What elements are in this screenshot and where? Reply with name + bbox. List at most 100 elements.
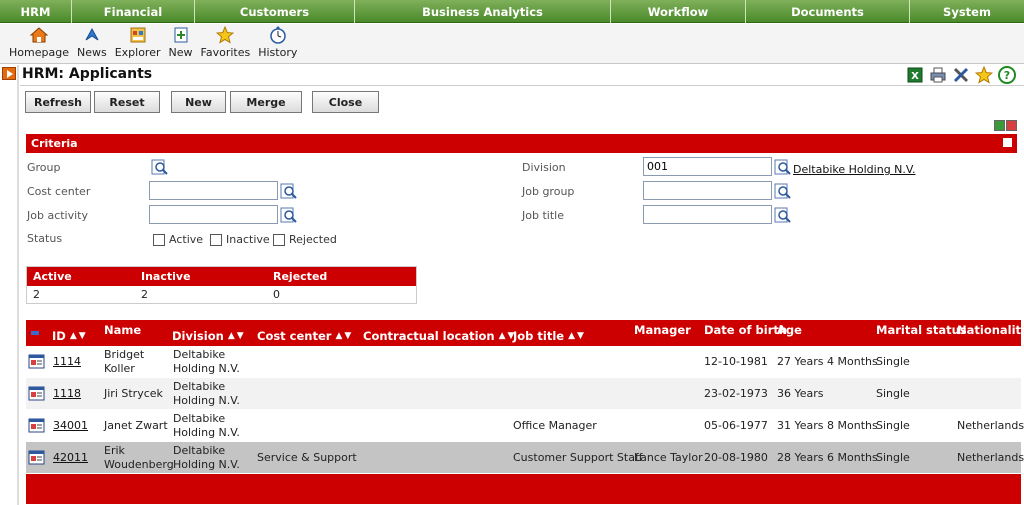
- row-date-of-birth: 23-02-1973: [704, 387, 768, 400]
- name-line-1: Bridget: [104, 348, 145, 361]
- col-name-header[interactable]: Name: [104, 317, 141, 343]
- job-title-input[interactable]: [643, 205, 772, 224]
- sort-arrows-icon[interactable]: ▲▼: [70, 331, 88, 341]
- row-id-link[interactable]: 34001: [53, 419, 88, 433]
- job-activity-lookup-icon[interactable]: [280, 207, 297, 224]
- row-manager: Lance Taylor: [634, 451, 703, 464]
- open-record-icon[interactable]: [28, 417, 45, 434]
- menu-business-analytics[interactable]: Business Analytics: [355, 0, 611, 23]
- division-lookup-icon[interactable]: [774, 159, 791, 176]
- row-nationality: Netherlands: [957, 451, 1024, 464]
- sort-arrows-icon[interactable]: ▲▼: [335, 331, 353, 341]
- table-row[interactable]: 34001 Janet Zwart Deltabike Holding N.V. …: [26, 410, 1024, 442]
- col-marital-status-header[interactable]: Marital status: [876, 317, 967, 343]
- favorites-button[interactable]: Favorites: [198, 24, 254, 63]
- division-label: Division: [522, 161, 566, 174]
- cost-center-lookup-icon[interactable]: [280, 183, 297, 200]
- summary-value-row: 2 2 0: [27, 286, 416, 304]
- home-icon: [29, 27, 48, 43]
- col-date-of-birth-header[interactable]: Date of birth: [704, 317, 787, 343]
- job-activity-input[interactable]: [149, 205, 278, 224]
- summary-header-active: Active: [33, 270, 72, 283]
- grid-footer: [26, 474, 1021, 504]
- menu-financial[interactable]: Financial: [72, 0, 195, 23]
- row-division: Deltabike Holding N.V.: [173, 348, 240, 376]
- status-inactive-label: Inactive: [226, 233, 270, 246]
- row-age: 31 Years 8 Months: [777, 419, 878, 432]
- col-contractual-location-label: Contractual location: [363, 329, 495, 343]
- row-date-of-birth: 20-08-1980: [704, 451, 768, 464]
- row-marital-status: Single: [876, 355, 910, 368]
- col-nationality-header[interactable]: Nationality: [957, 317, 1024, 343]
- division-name-link[interactable]: Deltabike Holding N.V.: [793, 163, 916, 176]
- col-division-label: Division: [172, 329, 224, 343]
- refresh-button[interactable]: Refresh: [25, 91, 91, 113]
- status-active-checkbox[interactable]: Active: [153, 233, 203, 246]
- news-button[interactable]: News: [74, 24, 110, 63]
- col-manager-header[interactable]: Manager: [634, 317, 691, 343]
- checkbox-box[interactable]: [273, 233, 285, 246]
- help-icon[interactable]: ?: [998, 66, 1016, 84]
- close-button[interactable]: Close: [312, 91, 379, 113]
- status-rejected-label: Rejected: [289, 233, 337, 246]
- open-record-icon[interactable]: [28, 449, 45, 466]
- select-all-icon[interactable]: [30, 320, 40, 346]
- division-line-2: Holding N.V.: [173, 426, 240, 439]
- summary-header-row: Active Inactive Rejected: [27, 267, 416, 286]
- status-inactive-checkbox[interactable]: Inactive: [210, 233, 270, 246]
- job-group-input[interactable]: [643, 181, 772, 200]
- checkbox-box[interactable]: [153, 233, 165, 246]
- criteria-collapse-icon[interactable]: [1003, 138, 1012, 147]
- row-id-link[interactable]: 1114: [53, 355, 81, 369]
- add-favorite-icon[interactable]: [974, 65, 994, 84]
- menu-hrm[interactable]: HRM: [0, 0, 72, 23]
- reset-button[interactable]: Reset: [94, 91, 160, 113]
- sort-arrows-icon[interactable]: ▲▼: [568, 331, 586, 341]
- criteria-header: Criteria: [26, 134, 1017, 153]
- menu-workflow[interactable]: Workflow: [611, 0, 746, 23]
- job-group-lookup-icon[interactable]: [774, 183, 791, 200]
- row-id-link[interactable]: 42011: [53, 451, 88, 465]
- new-toolbar-button[interactable]: New: [166, 24, 196, 63]
- menu-system[interactable]: System: [910, 0, 1024, 23]
- action-bar: Refresh Reset New Merge Close: [25, 91, 379, 113]
- row-division: Deltabike Holding N.V.: [173, 444, 240, 472]
- group-lookup-icon[interactable]: [151, 159, 168, 176]
- sort-arrows-icon[interactable]: ▲▼: [228, 331, 246, 341]
- col-job-title-label: Job title: [513, 329, 565, 343]
- history-button[interactable]: History: [255, 24, 300, 63]
- row-marital-status: Single: [876, 451, 910, 464]
- menu-documents[interactable]: Documents: [746, 0, 910, 23]
- settings-tools-icon[interactable]: [952, 66, 970, 84]
- open-record-icon[interactable]: [28, 353, 45, 370]
- table-row-selected[interactable]: 42011 Erik Woudenberg Deltabike Holding N.…: [26, 442, 1024, 474]
- explorer-button[interactable]: Explorer: [112, 24, 164, 63]
- status-rejected-checkbox[interactable]: Rejected: [273, 233, 337, 246]
- summary-active-count: 2: [33, 288, 40, 301]
- open-record-icon[interactable]: [28, 385, 45, 402]
- checkbox-box[interactable]: [210, 233, 222, 246]
- collapse-all-icon[interactable]: [1006, 120, 1017, 131]
- merge-button[interactable]: Merge: [230, 91, 302, 113]
- row-id-link[interactable]: 1118: [53, 387, 81, 401]
- print-icon[interactable]: [929, 66, 947, 84]
- sidebar-toggle-button[interactable]: [2, 67, 16, 80]
- job-group-label: Job group: [522, 185, 575, 198]
- group-label: Group: [27, 161, 61, 174]
- criteria-title: Criteria: [31, 137, 78, 150]
- svg-text:X: X: [911, 71, 919, 82]
- expand-all-icon[interactable]: [994, 120, 1005, 131]
- table-row[interactable]: 1114 Bridget Koller Deltabike Holding N.V.…: [26, 346, 1021, 378]
- new-button[interactable]: New: [171, 91, 226, 113]
- excel-export-icon[interactable]: X: [906, 66, 924, 84]
- division-input[interactable]: [643, 157, 772, 176]
- menu-customers[interactable]: Customers: [195, 0, 355, 23]
- col-age-header[interactable]: Age: [777, 317, 802, 343]
- row-cost-center: Service & Support: [257, 451, 357, 464]
- homepage-button[interactable]: Homepage: [6, 24, 72, 63]
- cost-center-label: Cost center: [27, 185, 91, 198]
- job-title-lookup-icon[interactable]: [774, 207, 791, 224]
- cost-center-input[interactable]: [149, 181, 278, 200]
- table-row[interactable]: 1118 Jiri Strycek Deltabike Holding N.V. …: [26, 378, 1021, 410]
- row-division: Deltabike Holding N.V.: [173, 412, 240, 440]
